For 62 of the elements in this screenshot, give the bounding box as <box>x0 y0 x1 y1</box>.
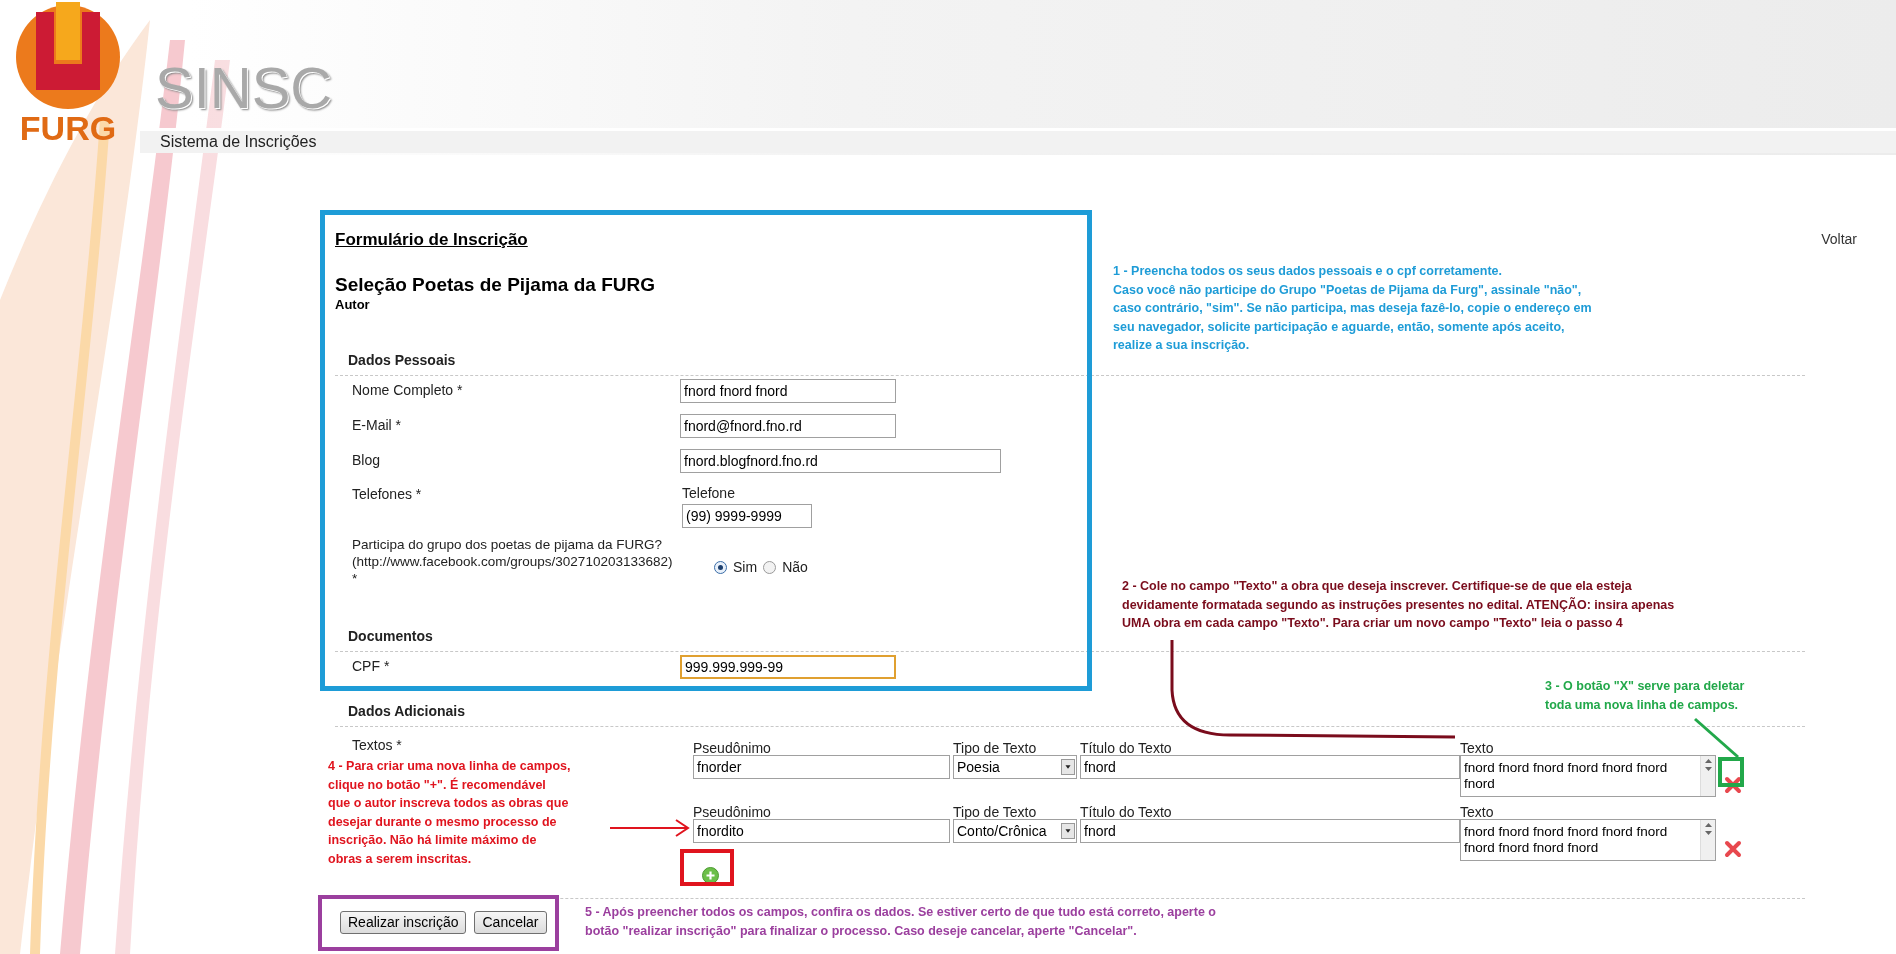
annotation-note: 4 - Para criar uma nova linha de campos, clique no botão "+". É recomendável que o autor inscreva todos as obras que desejar durante o mesmo processo de inscrição. Não há limite máximo de obras a serem inscritas. <box>328 758 571 868</box>
scroll-up-icon <box>1704 759 1712 763</box>
form-role: Autor <box>335 297 370 313</box>
connector-line <box>1694 717 1739 759</box>
text-input[interactable]: fnord@fnord.fno.rd <box>680 414 896 438</box>
cancel-button[interactable]: Cancelar <box>474 911 547 934</box>
annotation-note: 3 - O botão "X" serve para deletar toda uma nova linha de campos. <box>1545 678 1745 714</box>
field-label: CPF * <box>352 657 391 676</box>
section-title: Documentos <box>348 628 433 644</box>
text-type-select[interactable]: Poesia <box>953 755 1077 779</box>
back-link[interactable]: Voltar <box>1821 229 1857 250</box>
scrollbar[interactable] <box>1700 820 1715 860</box>
phone-input[interactable]: (99) 9999-9999 <box>682 504 812 528</box>
field-label: Tipo de Texto <box>953 739 1038 755</box>
field-label: Pseudônimo <box>693 739 772 755</box>
field-label: Blog <box>352 451 382 470</box>
section-title: Dados Adicionais <box>348 703 465 719</box>
add-icon[interactable] <box>702 867 719 884</box>
app-subtitle: Sistema de Inscrições <box>160 132 317 152</box>
caret-icon <box>1061 759 1075 775</box>
field-label: E-Mail * <box>352 416 402 435</box>
field-label: Pseudônimo <box>693 803 772 819</box>
field-label: Tipo de Texto <box>953 803 1038 819</box>
add-highlight-frame <box>680 849 734 886</box>
text-area[interactable]: fnord fnord fnord fnord fnord fnord fnord fnord fnord fnord <box>1460 819 1716 861</box>
text-input[interactable]: 999.999.999-99 <box>680 655 896 679</box>
form-subtitle: Seleção Poetas de Pijama da FURG <box>335 273 655 297</box>
field-label: Texto <box>1460 803 1495 819</box>
field-label: Nome Completo * <box>352 381 464 400</box>
text-input[interactable]: fnord fnord fnord <box>680 379 896 403</box>
annotation-note: 1 - Preencha todos os seus dados pessoais e o cpf corretamente. Caso você não participe do Grupo "Poetas de Pijama da Furg", assinale "não", caso contrário, "sim". Se não participa, mas deseja fazê-lo, copie o endereço em seu navegador, solicite participação e aguarde, então, somente após aceito, realize a sua inscrição. <box>1113 263 1592 354</box>
scroll-down-icon <box>1704 767 1712 771</box>
field-label: Telefones * <box>352 485 423 504</box>
annotation-note: 2 - Cole no campo "Texto" a obra que deseja inscrever. Certifique-se de que ela esteja devidamente formatada segundo as instruções presentes no edital. ATENÇÃO: insira apenas UMA obra em cada campo "Texto". Para criar um novo campo "Texto" leia o passo 4 <box>1122 578 1675 632</box>
text-input[interactable]: fnord.blogfnord.fno.rd <box>680 449 1001 473</box>
app-name: SINSC <box>155 58 333 118</box>
logo-text: FURG <box>19 110 117 146</box>
text-type-select[interactable]: Conto/Crônica <box>953 819 1077 843</box>
annotation-note: 5 - Após preencher todos os campos, confira os dados. Se estiver certo de que tudo está correto, aperte o botão "realizar inscrição" para finalizar o processo. Caso deseje cancelar, aperte "Cancelar". <box>585 904 1216 940</box>
form-title: Formulário de Inscrição <box>335 230 529 250</box>
caret-icon <box>1061 823 1075 839</box>
pseudonym-input[interactable]: fnorder <box>693 755 950 779</box>
scroll-up-icon <box>1704 823 1712 827</box>
field-label: Participa do grupo dos poetas de pijama da FURG? (http://www.facebook.com/groups/302710203133682) * <box>352 536 674 587</box>
title-input[interactable]: fnord <box>1080 819 1460 843</box>
field-label: Título do Texto <box>1080 803 1173 819</box>
scrollbar[interactable] <box>1700 756 1715 796</box>
delete-icon[interactable] <box>1724 776 1742 794</box>
scroll-down-icon <box>1704 831 1712 835</box>
field-label: Textos * <box>352 736 403 755</box>
radio-option[interactable]: Sim <box>714 557 758 578</box>
submit-button[interactable]: Realizar inscrição <box>340 911 467 934</box>
field-label: Telefone <box>682 484 736 503</box>
section-title: Dados Pessoais <box>348 352 456 368</box>
radio-option[interactable]: Não <box>763 557 808 578</box>
field-label: Texto <box>1460 739 1495 755</box>
pseudonym-input[interactable]: fnordito <box>693 819 950 843</box>
title-input[interactable]: fnord <box>1080 755 1460 779</box>
field-label: Título do Texto <box>1080 739 1173 755</box>
delete-icon[interactable] <box>1724 840 1742 858</box>
delete-highlight-frame <box>1718 757 1744 787</box>
text-area[interactable]: fnord fnord fnord fnord fnord fnord fnord <box>1460 755 1716 797</box>
